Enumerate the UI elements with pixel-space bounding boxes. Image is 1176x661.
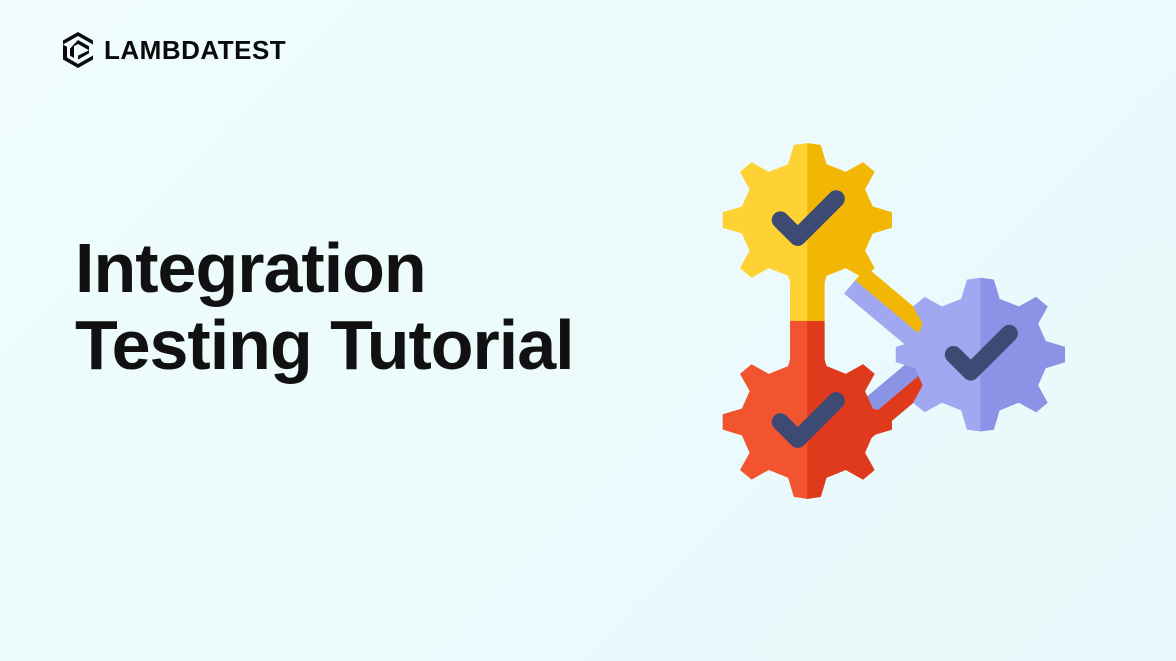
gears-illustration (605, 95, 1125, 595)
page-title: Integration Testing Tutorial (75, 230, 574, 384)
gear-purple-icon (896, 278, 1065, 432)
heading-line-1: Integration (75, 230, 574, 307)
heading-line-2: Testing Tutorial (75, 307, 574, 384)
brand-name: LAMBDATEST (104, 35, 286, 66)
brand-logo: LAMBDATEST (60, 30, 286, 70)
gear-red-icon (723, 345, 892, 499)
lambdatest-logo-icon (60, 30, 96, 70)
